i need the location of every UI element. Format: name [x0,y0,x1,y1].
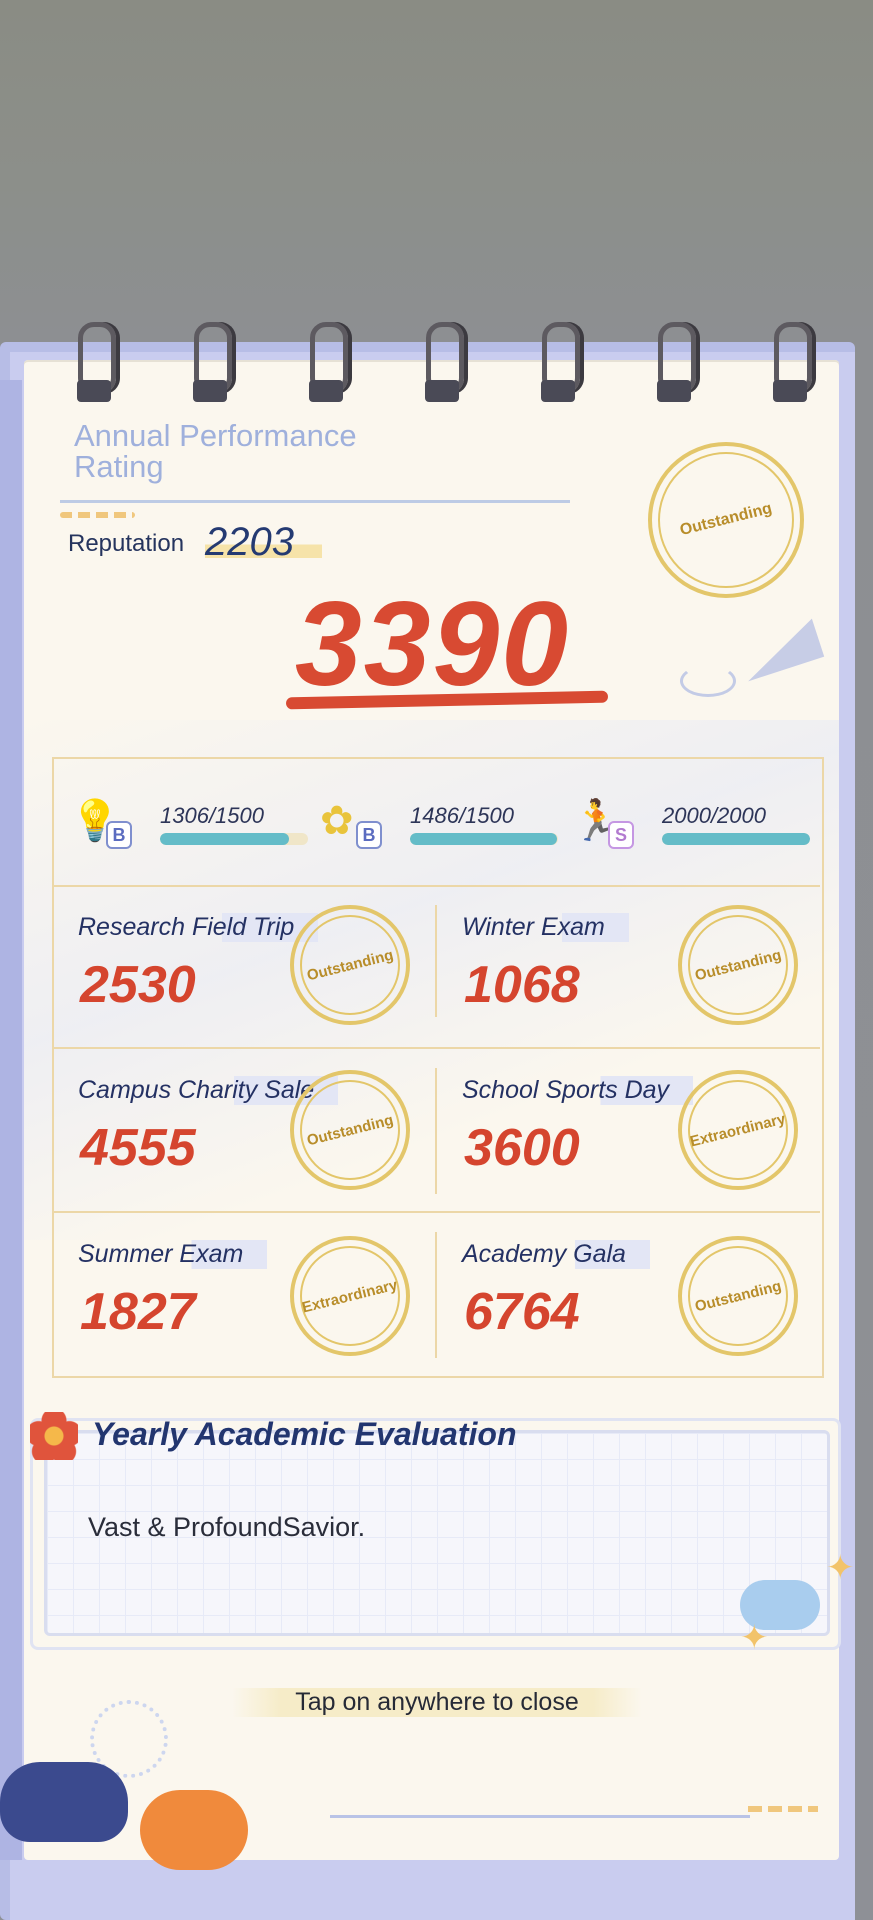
event-stamp: Extraordinary [290,1236,410,1356]
event-cell: Campus Charity Sale 4555 Outstanding [52,1048,436,1210]
event-score: 4555 [80,1119,196,1177]
grade-badge: B [356,821,382,849]
sparkle-icon: ✦ [740,1619,769,1657]
stat-fitness: 🏃 S 2000/2000 [572,797,812,857]
flower-icon: ✿ [320,799,354,843]
attribute-stats-row: 💡 B 1306/1500 ✿ B 1486/1500 🏃 S 2000/200… [52,757,820,887]
stat-progress-bar [662,833,810,845]
event-name: Research Field Trip [78,913,319,942]
event-stamp: Extraordinary [678,1070,798,1190]
stat-value: 1306/1500 [160,803,264,828]
event-score: 1068 [464,956,580,1014]
overall-rating-stamp: Outstanding [648,442,804,598]
grade-badge: B [106,821,132,849]
event-cell: School Sports Day 3600 Extraordinary [436,1048,820,1210]
sparkle-icon: ✦ [826,1549,855,1587]
binder-ring [420,322,464,402]
squiggle-decoration [680,665,736,697]
close-hint[interactable]: Tap on anywhere to close [232,1688,642,1717]
event-cell: Winter Exam 1068 Outstanding [436,885,820,1047]
event-name: Academy Gala [462,1240,650,1269]
event-score: 1827 [80,1283,196,1341]
evaluation-title: Yearly Academic Evaluation [92,1416,517,1452]
page-title: Annual Performance Rating [74,418,357,484]
event-name: Winter Exam [462,913,629,942]
divider [330,1815,750,1818]
event-score: 6764 [464,1283,580,1341]
event-cell: Research Field Trip 2530 Outstanding [52,885,436,1047]
event-stamp: Outstanding [678,905,798,1025]
stat-intelligence: 💡 B 1306/1500 [70,797,310,857]
binder-ring [652,322,696,402]
flower-icon [30,1412,78,1460]
event-name: Summer Exam [78,1240,268,1269]
stat-value: 2000/2000 [662,803,766,828]
stat-progress-bar [410,833,558,845]
event-stamp: Outstanding [678,1236,798,1356]
reputation-label: Reputation [68,530,185,557]
divider-dots [60,512,135,518]
stat-value: 1486/1500 [410,803,514,828]
binder-ring [188,322,232,402]
reputation-value: 2203 [205,520,322,565]
event-cell: Academy Gala 6764 Outstanding [436,1212,820,1374]
runner-icon: 🏃 [572,799,622,843]
stat-progress-fill [160,833,289,845]
evaluation-text: Vast & ProfoundSavior. [88,1512,366,1542]
event-stamp: Outstanding [290,1070,410,1190]
binder-ring [536,322,580,402]
event-name: School Sports Day [462,1076,694,1105]
binder-ring [768,322,812,402]
orange-blob-mascot-icon [140,1790,248,1870]
binder-ring [72,322,116,402]
divider-dots [748,1806,818,1812]
binder-ring [304,322,348,402]
event-stamp: Outstanding [290,905,410,1025]
stat-progress-fill [662,833,810,845]
event-score: 3600 [464,1119,580,1177]
stat-charm: ✿ B 1486/1500 [320,797,560,857]
stat-progress-bar [160,833,308,845]
notebook-side-strip [0,380,22,1860]
event-score: 2530 [80,956,196,1014]
event-cell: Summer Exam 1827 Extraordinary [52,1212,436,1374]
dark-blob-mascot-icon [0,1762,128,1842]
divider [60,500,570,503]
lightbulb-icon: 💡 [70,799,120,843]
grade-badge: S [608,821,634,849]
stat-progress-fill [410,833,557,845]
